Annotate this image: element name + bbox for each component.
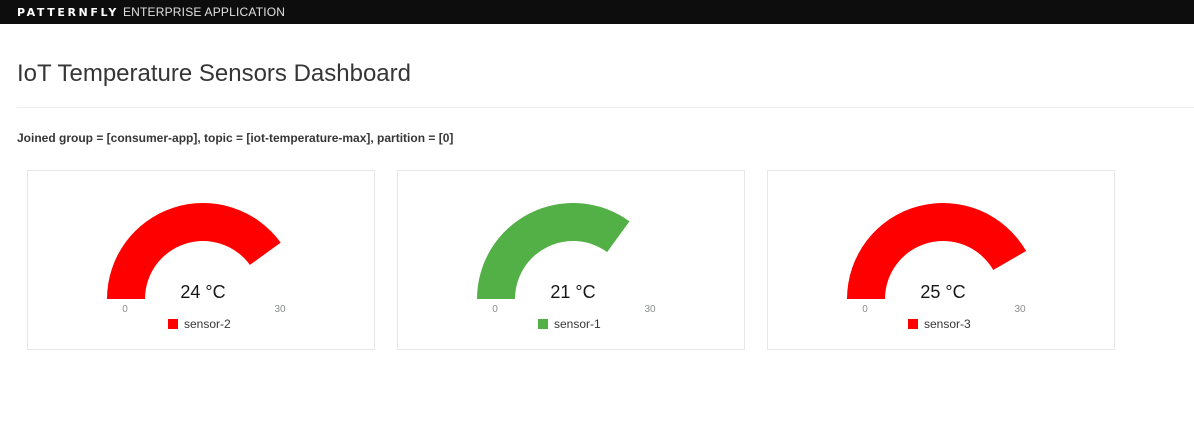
gauge-max-tick-label: 30	[274, 304, 286, 315]
gauge-min-tick-label: 0	[862, 304, 868, 315]
consumer-status-text: Joined group = [consumer-app], topic = […	[17, 131, 454, 145]
gauge-max-tick-label: 30	[644, 304, 656, 315]
brand-logo[interactable]: PATTERNFLY ENTERPRISE APPLICATION	[17, 5, 285, 19]
brand-name: PATTERNFLY	[17, 6, 119, 19]
title-divider	[17, 107, 1194, 108]
legend-label: sensor-3	[924, 317, 971, 331]
legend-label: sensor-1	[554, 317, 601, 331]
page-title: IoT Temperature Sensors Dashboard	[17, 60, 411, 87]
gauge-min-tick-label: 0	[122, 304, 128, 315]
legend-swatch	[538, 319, 548, 329]
legend-label: sensor-2	[184, 317, 231, 331]
gauge-min-tick-label: 0	[492, 304, 498, 315]
gauge-value-label: 21 °C	[550, 282, 595, 302]
legend-swatch	[908, 319, 918, 329]
gauge-card-sensor-2: 24 °C 0 30 sensor-2	[27, 170, 375, 350]
gauge-card-sensor-1: 21 °C 0 30 sensor-1	[397, 170, 745, 350]
legend-swatch	[168, 319, 178, 329]
masthead: PATTERNFLY ENTERPRISE APPLICATION	[0, 0, 1194, 24]
gauge-legend[interactable]: sensor-3	[908, 317, 971, 331]
gauge-value-label: 25 °C	[920, 282, 965, 302]
gauge-legend[interactable]: sensor-1	[538, 317, 601, 331]
gauge-card-sensor-3: 25 °C 0 30 sensor-3	[767, 170, 1115, 350]
gauge-value-label: 24 °C	[180, 282, 225, 302]
brand-subtitle: ENTERPRISE APPLICATION	[122, 5, 286, 19]
gauge-max-tick-label: 30	[1014, 304, 1026, 315]
gauge-legend[interactable]: sensor-2	[168, 317, 231, 331]
